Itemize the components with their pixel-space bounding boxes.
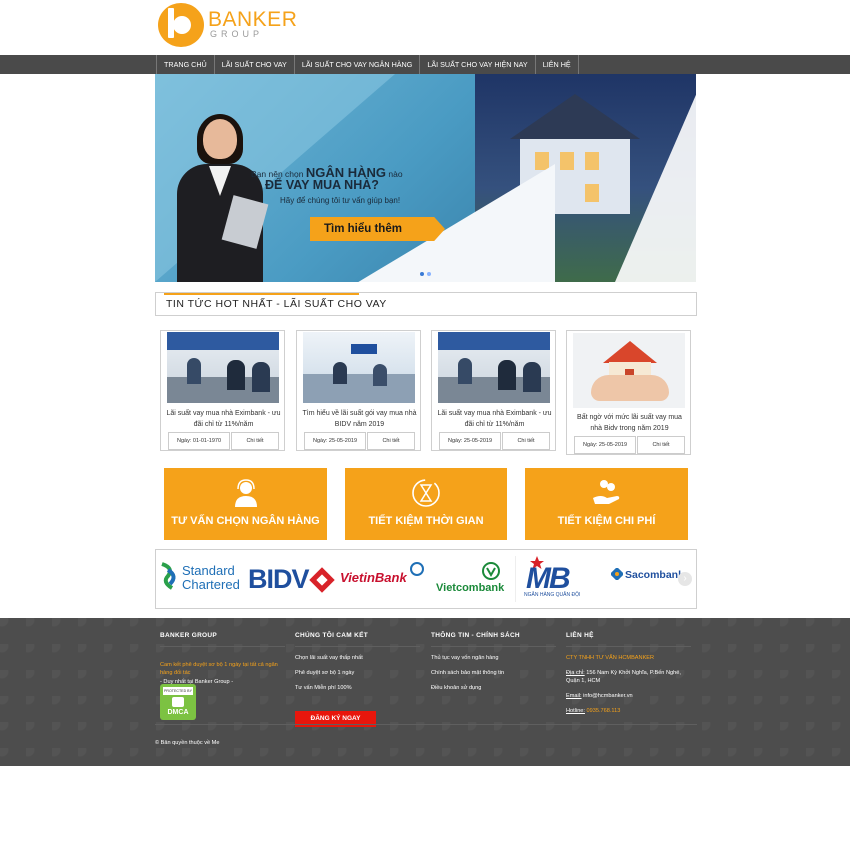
- carousel-next-icon[interactable]: ›: [678, 572, 692, 586]
- news-detail-button[interactable]: Chi tiết: [637, 436, 685, 454]
- news-title[interactable]: Lãi suất vay mua nhà Eximbank - ưu đãi c…: [165, 408, 282, 430]
- vietinbank-swirl-icon: [410, 562, 424, 576]
- news-date: Ngày: 25-05-2019: [304, 432, 366, 450]
- partner-banks-carousel[interactable]: Standard Chartered BIDV VietinBank Vietc…: [155, 549, 697, 609]
- bank-logo-mb[interactable]: MB NGÂN HÀNG QUÂN ĐỘI: [518, 556, 608, 602]
- footer-commit-item: Chọn lãi suất vay thấp nhất: [295, 655, 363, 661]
- bank-logo-vietinbank[interactable]: VietinBank: [340, 556, 430, 602]
- footer-col-title: CHÚNG TÔI CAM KẾT: [295, 632, 420, 647]
- footer-hotline[interactable]: Hotline: 0935.768.113: [566, 707, 692, 715]
- site-header: BANKER GROUP: [0, 0, 850, 55]
- footer-divider: [155, 724, 697, 725]
- news-thumbnail[interactable]: [438, 332, 550, 403]
- consultant-photo: [165, 114, 275, 282]
- feature-label: TIẾT KIỆM THỜI GIAN: [368, 515, 484, 527]
- news-detail-button[interactable]: Chi tiết: [231, 432, 279, 450]
- nav-item-bank-loan-rates[interactable]: LÃI SUẤT CHO VAY NGÂN HÀNG: [295, 55, 421, 74]
- footer-col-title: BANKER GROUP: [160, 632, 285, 647]
- footer-commit-item: Phê duyệt sơ bộ 1 ngày: [295, 670, 355, 676]
- nav-item-loan-rates[interactable]: LÃI SUẤT CHO VAY: [215, 55, 295, 74]
- sacombank-icon: [611, 568, 623, 580]
- news-thumbnail[interactable]: [303, 332, 415, 403]
- slider-dots[interactable]: [420, 272, 431, 276]
- footer-link-loan-procedure[interactable]: Thủ tục vay vốn ngân hàng: [431, 654, 556, 662]
- news-thumbnail[interactable]: [167, 332, 279, 403]
- logo-mark-icon: [158, 3, 204, 47]
- slider-dot[interactable]: [427, 272, 431, 276]
- banner-question: ĐỂ VAY MUA NHÀ?: [265, 178, 379, 192]
- news-title[interactable]: Lãi suất vay mua nhà Eximbank - ưu đãi c…: [436, 408, 553, 430]
- footer-link-privacy[interactable]: Chính sách bảo mật thông tin: [431, 669, 556, 677]
- feature-label: TIẾT KIỆM CHI PHÍ: [557, 515, 656, 527]
- news-date: Ngày: 25-05-2019: [439, 432, 501, 450]
- news-card[interactable]: Tìm hiểu về lãi suất gói vay mua nhà BID…: [296, 330, 421, 451]
- news-card[interactable]: Lãi suất vay mua nhà Eximbank - ưu đãi c…: [431, 330, 556, 451]
- feature-consulting[interactable]: TƯ VẤN CHỌN NGÂN HÀNG: [164, 468, 327, 540]
- footer-col-title: THÔNG TIN - CHÍNH SÁCH: [431, 632, 556, 647]
- copyright-text: © Bản quyền thuộc về Me: [155, 740, 220, 746]
- footer-link-terms[interactable]: Điều khoản sử dụng: [431, 684, 556, 692]
- news-section-header: TIN TỨC HOT NHẤT - LÃI SUẤT CHO VAY: [155, 292, 697, 316]
- news-thumbnail[interactable]: [573, 333, 685, 408]
- news-detail-button[interactable]: Chi tiết: [367, 432, 415, 450]
- footer-col-policy: THÔNG TIN - CHÍNH SÁCH Thủ tục vay vốn n…: [431, 632, 556, 692]
- footer-address: Địa chỉ: 156 Nam Kỳ Khởi Nghĩa, P.Bến Ng…: [566, 670, 681, 684]
- feature-save-time[interactable]: TIẾT KIỆM THỜI GIAN: [345, 468, 507, 540]
- feature-label: TƯ VẤN CHỌN NGÂN HÀNG: [171, 515, 320, 527]
- site-footer: BANKER GROUP Cam kết phê duyệt sơ bộ 1 n…: [0, 618, 850, 766]
- nav-item-current-rates[interactable]: LÃI SUẤT CHO VAY HIỆN NAY: [420, 55, 536, 74]
- news-title[interactable]: Tìm hiểu về lãi suất gói vay mua nhà BID…: [301, 408, 418, 430]
- hero-banner[interactable]: Bạn nên chọn NGÂN HÀNG nào ĐỂ VAY MUA NH…: [155, 74, 696, 282]
- vietcombank-icon: [482, 562, 500, 580]
- footer-col-commitment: CHÚNG TÔI CAM KẾT Chọn lãi suất vay thấp…: [295, 632, 425, 727]
- slider-dot[interactable]: [420, 272, 424, 276]
- main-nav: TRANG CHỦ LÃI SUẤT CHO VAY LÃI SUẤT CHO …: [0, 55, 850, 74]
- footer-col-contact: LIÊN HỆ CTY TNHH TƯ VẤN HCMBANKER Địa ch…: [566, 632, 692, 715]
- footer-company-name: CTY TNHH TƯ VẤN HCMBANKER: [566, 655, 655, 661]
- footer-email[interactable]: Email: info@hcmbanker.vn: [566, 692, 692, 700]
- footer-col-title: LIÊN HỆ: [566, 632, 691, 647]
- bank-logo-standard-chartered[interactable]: Standard Chartered: [158, 556, 248, 602]
- learn-more-button[interactable]: Tìm hiểu thêm: [310, 217, 445, 241]
- footer-commitment-text: Cam kết phê duyệt sơ bộ 1 ngày tại tất c…: [160, 662, 278, 676]
- headset-icon: [234, 479, 257, 507]
- bank-logo-bidv[interactable]: BIDV: [248, 556, 338, 602]
- footer-col-banker-group: BANKER GROUP Cam kết phê duyệt sơ bộ 1 n…: [160, 632, 285, 720]
- news-date: Ngày: 01-01-1970: [168, 432, 230, 450]
- dmca-badge[interactable]: PROTECTED BY DMCA: [160, 684, 196, 720]
- feature-save-cost[interactable]: TIẾT KIỆM CHI PHÍ: [525, 468, 688, 540]
- bidv-diamond-icon: [309, 567, 335, 593]
- news-card[interactable]: Bất ngờ với mức lãi suất vay mua nhà Bid…: [566, 330, 691, 455]
- hourglass-icon: [412, 479, 440, 507]
- bank-logo-vietcombank[interactable]: Vietcombank: [428, 556, 516, 602]
- standard-chartered-icon: [161, 562, 176, 590]
- news-detail-button[interactable]: Chi tiết: [502, 432, 550, 450]
- news-card[interactable]: Lãi suất vay mua nhà Eximbank - ưu đãi c…: [160, 330, 285, 451]
- news-title[interactable]: Bất ngờ với mức lãi suất vay mua nhà Bid…: [571, 412, 688, 434]
- footer-commit-item: Tư vấn Miễn phí 100%: [295, 685, 352, 691]
- money-hand-icon: [592, 480, 619, 504]
- logo-sub: GROUP: [210, 29, 264, 39]
- banner-subtext: Hãy để chúng tôi tư vấn giúp bạn!: [280, 196, 401, 205]
- nav-item-home[interactable]: TRANG CHỦ: [156, 55, 215, 74]
- news-date: Ngày: 25-05-2019: [574, 436, 636, 454]
- lock-icon: [172, 697, 184, 707]
- site-logo[interactable]: BANKER GROUP: [158, 1, 298, 49]
- news-section-title: TIN TỨC HOT NHẤT - LÃI SUẤT CHO VAY: [166, 298, 387, 310]
- nav-item-contact[interactable]: LIÊN HỆ: [536, 55, 579, 74]
